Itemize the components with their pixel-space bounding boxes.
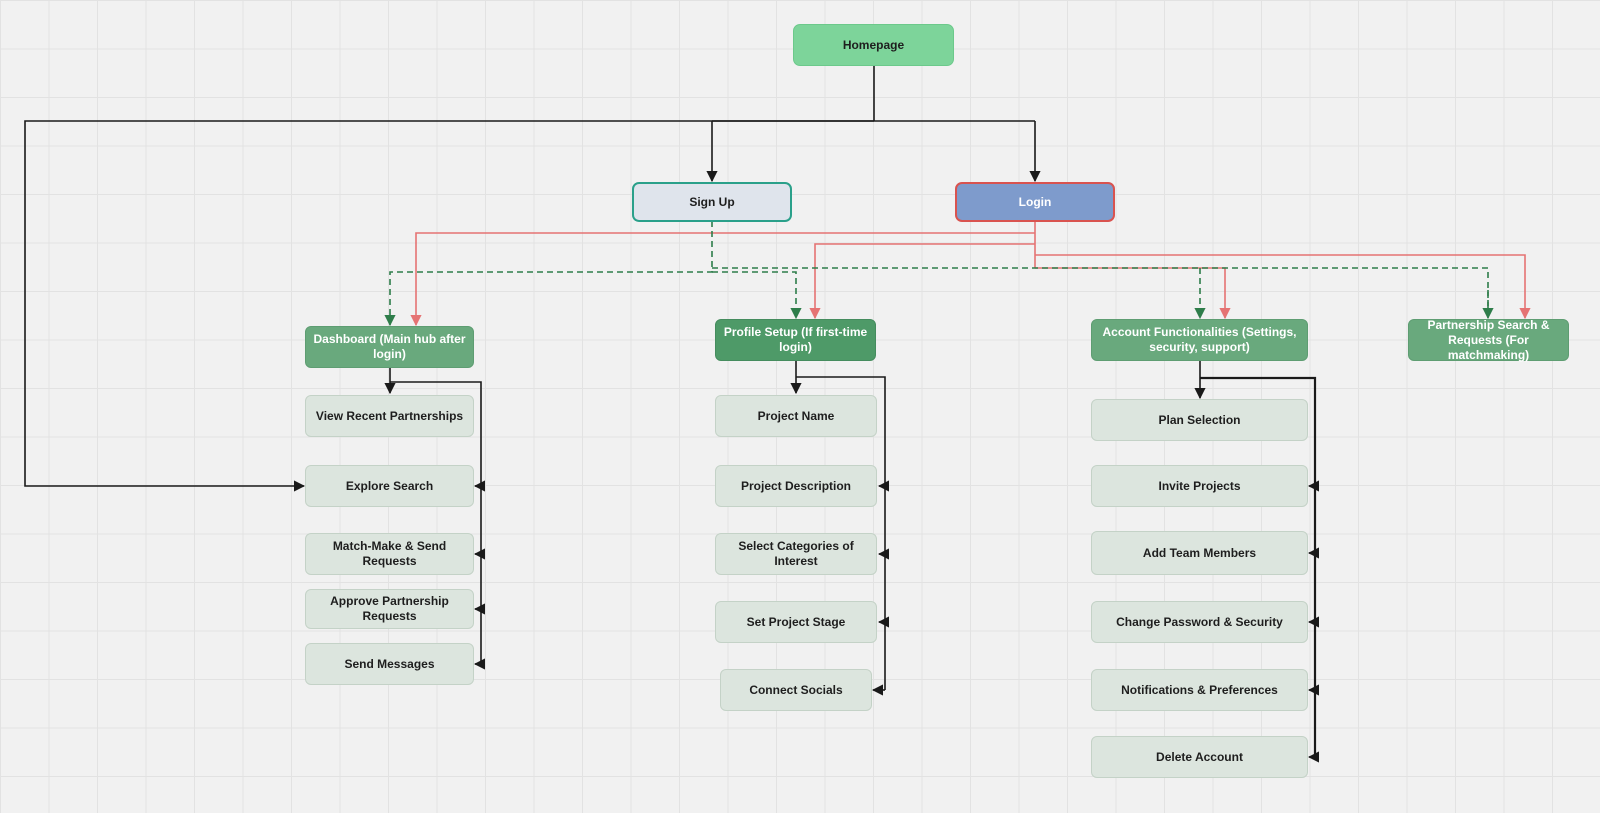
login-connectors bbox=[410, 221, 1531, 327]
account-item-change-password[interactable]: Change Password & Security bbox=[1091, 601, 1308, 643]
profile-item-categories[interactable]: Select Categories of Interest bbox=[715, 533, 877, 575]
login-node[interactable]: Login bbox=[955, 182, 1115, 222]
login-to-account-arrow bbox=[1035, 267, 1231, 320]
login-to-dashboard-arrow bbox=[410, 232, 1035, 327]
partnership-search-node[interactable]: Partnership Search & Requests (For match… bbox=[1408, 318, 1569, 362]
signup-node[interactable]: Sign Up bbox=[632, 182, 792, 222]
account-item-add-team-members[interactable]: Add Team Members bbox=[1091, 531, 1308, 575]
dashboard-item-send-messages[interactable]: Send Messages bbox=[305, 643, 474, 685]
account-item-invite-projects[interactable]: Invite Projects bbox=[1091, 465, 1308, 507]
login-to-partnership-arrow bbox=[1035, 254, 1531, 320]
dashboard-item-match-make[interactable]: Match-Make & Send Requests bbox=[305, 533, 474, 575]
account-functionalities-node[interactable]: Account Functionalities (Settings, secur… bbox=[1091, 319, 1308, 361]
homepage-node[interactable]: Homepage bbox=[793, 24, 954, 66]
signup-to-profile-arrow bbox=[712, 271, 802, 320]
profile-item-project-name[interactable]: Project Name bbox=[715, 395, 877, 437]
dashboard-item-approve-requests[interactable]: Approve Partnership Requests bbox=[305, 589, 474, 629]
flowchart-canvas: Homepage Sign Up Login Dashboard (Main h… bbox=[0, 0, 1600, 813]
signup-to-dashboard-arrow bbox=[384, 221, 713, 327]
login-to-profile-arrow bbox=[809, 243, 1035, 320]
profile-item-project-description[interactable]: Project Description bbox=[715, 465, 877, 507]
dashboard-item-view-recent-partnerships[interactable]: View Recent Partnerships bbox=[305, 395, 474, 437]
account-item-plan-selection[interactable]: Plan Selection bbox=[1091, 399, 1308, 441]
profile-item-connect-socials[interactable]: Connect Socials bbox=[720, 669, 872, 711]
dashboard-node[interactable]: Dashboard (Main hub after login) bbox=[305, 326, 474, 368]
profile-setup-node[interactable]: Profile Setup (If first-time login) bbox=[715, 319, 876, 361]
dashboard-item-explore-search[interactable]: Explore Search bbox=[305, 465, 474, 507]
account-item-notifications[interactable]: Notifications & Preferences bbox=[1091, 669, 1308, 711]
homepage-connectors bbox=[24, 66, 1041, 492]
signup-connectors bbox=[384, 221, 1494, 327]
signup-branch-connector bbox=[712, 267, 1489, 318]
profile-item-project-stage[interactable]: Set Project Stage bbox=[715, 601, 877, 643]
account-item-delete-account[interactable]: Delete Account bbox=[1091, 736, 1308, 778]
